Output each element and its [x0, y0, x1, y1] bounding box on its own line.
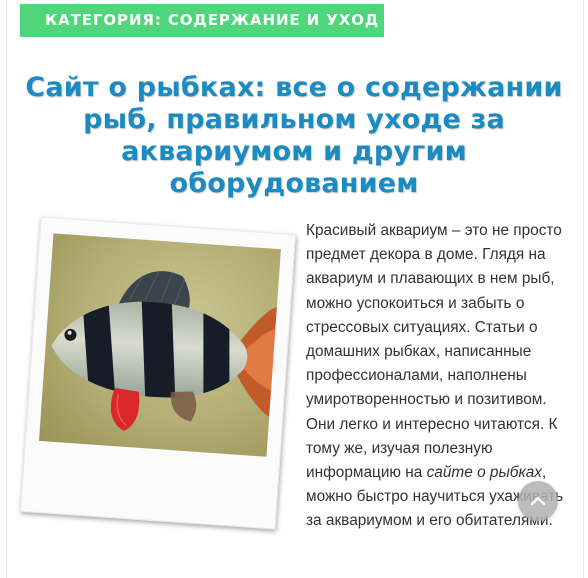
article-image-frame: [19, 216, 297, 530]
fish-photo: [38, 233, 281, 457]
chevron-up-icon: [530, 496, 546, 506]
article-text-part-1: Красивый аквариум – это не просто предме…: [306, 222, 562, 482]
tiger-barb-fish-image: [48, 270, 277, 431]
scroll-to-top-button[interactable]: [518, 481, 558, 521]
category-badge[interactable]: КАТЕГОРИЯ: СОДЕРЖАНИЕ И УХОД: [20, 4, 384, 37]
page-title: Сайт о рыбках: все о содержании рыб, пра…: [25, 72, 563, 199]
site-about-fish-link[interactable]: сайте о рыбках: [427, 464, 542, 481]
